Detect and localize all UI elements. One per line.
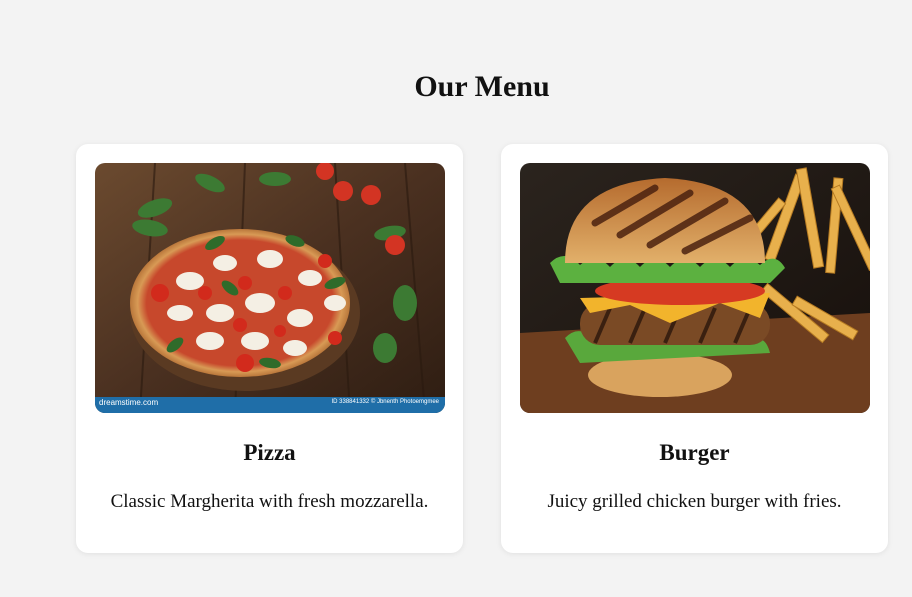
menu-card-pizza: dreamstime.com ID 338841332 © Jbnenth Ph… <box>76 144 463 553</box>
menu-page: Our Menu dreamstime.com ID 338841332 © J… <box>0 0 912 597</box>
menu-card-burger: Burger Juicy grilled chicken burger with… <box>501 144 888 553</box>
watermark-credit: ID 338841332 © Jbnenth Photoemgmee <box>331 399 440 405</box>
menu-item-description: Classic Margherita with fresh mozzarella… <box>110 491 429 512</box>
menu-item-description: Juicy grilled chicken burger with fries. <box>547 491 842 512</box>
page-title: Our Menu <box>414 70 550 103</box>
menu-item-title: Pizza <box>243 440 296 465</box>
pizza-photo <box>95 163 445 413</box>
burger-photo <box>520 163 870 413</box>
menu-item-title: Burger <box>659 440 730 465</box>
watermark-site: dreamstime.com <box>99 398 159 407</box>
